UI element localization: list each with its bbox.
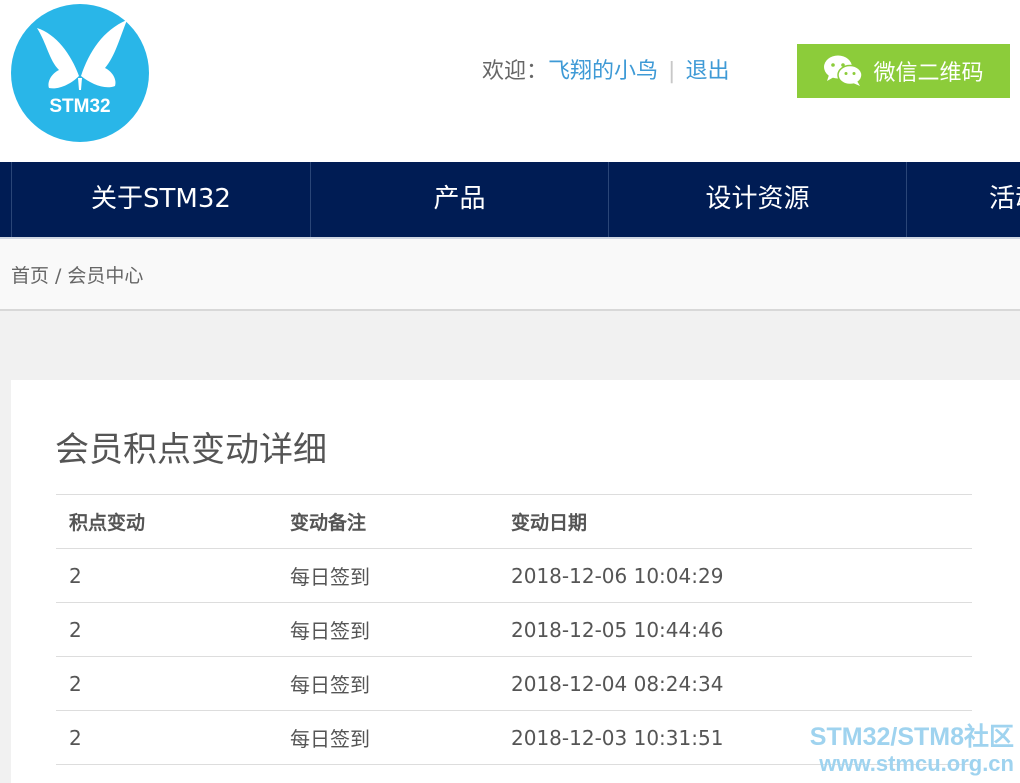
nav-item-about[interactable]: 关于STM32 xyxy=(12,162,310,237)
table-row: 2 每日签到 2018-12-05 10:44:46 xyxy=(56,602,972,657)
nav-divider xyxy=(906,162,907,237)
cell-note: 每日签到 xyxy=(277,602,498,657)
username-link[interactable]: 飞翔的小鸟 xyxy=(548,59,658,84)
cell-note: 每日签到 xyxy=(277,548,498,603)
cell-points: 2 xyxy=(56,602,277,657)
welcome-label: 欢迎： xyxy=(482,59,549,84)
table-header-note: 变动备注 xyxy=(277,494,498,549)
page-title: 会员积点变动详细 xyxy=(55,430,327,470)
table-header-points: 积点变动 xyxy=(56,494,277,549)
nav-item-activities[interactable]: 活动 xyxy=(989,162,1020,237)
butterfly-icon xyxy=(37,20,127,90)
nav-item-products[interactable]: 产品 xyxy=(311,162,608,237)
cell-points: 2 xyxy=(56,548,277,603)
cell-date: 2018-12-06 10:04:29 xyxy=(498,548,972,603)
cell-points: 2 xyxy=(56,710,277,765)
welcome-bar: 欢迎：飞翔的小鸟 | 退出 xyxy=(482,56,729,88)
table-header-row: 积点变动 变动备注 变动日期 xyxy=(56,494,972,549)
table-row: 2 每日签到 2018-12-04 08:24:34 xyxy=(56,656,972,711)
cell-points: 2 xyxy=(56,656,277,711)
breadcrumb: 首页 / 会员中心 xyxy=(0,239,1020,311)
logout-link[interactable]: 退出 xyxy=(685,59,729,84)
site-header: STM32 欢迎：飞翔的小鸟 | 退出 微信二维码 xyxy=(0,0,1020,162)
content-card: 会员积点变动详细 积点变动 变动备注 变动日期 2 每日签到 2018-12-0… xyxy=(11,380,1020,783)
stm32-logo[interactable]: STM32 xyxy=(11,4,149,142)
wechat-icon xyxy=(824,55,864,86)
cell-note: 每日签到 xyxy=(277,710,498,765)
table-header-date: 变动日期 xyxy=(498,494,972,549)
breadcrumb-current: 会员中心 xyxy=(67,265,144,287)
main-nav: 关于STM32 产品 设计资源 活动 xyxy=(0,162,1020,237)
points-table: 积点变动 变动备注 变动日期 2 每日签到 2018-12-06 10:04:2… xyxy=(56,494,972,765)
breadcrumb-home[interactable]: 首页 xyxy=(11,265,49,287)
breadcrumb-separator: / xyxy=(55,265,62,287)
cell-date: 2018-12-04 08:24:34 xyxy=(498,656,972,711)
nav-item-design-resources[interactable]: 设计资源 xyxy=(609,162,906,237)
table-row: 2 每日签到 2018-12-03 10:31:51 xyxy=(56,710,972,765)
table-row: 2 每日签到 2018-12-06 10:04:29 xyxy=(56,548,972,603)
cell-note: 每日签到 xyxy=(277,656,498,711)
wechat-qrcode-button[interactable]: 微信二维码 xyxy=(797,44,1010,98)
wechat-button-label: 微信二维码 xyxy=(873,61,984,86)
logo-text: STM32 xyxy=(49,96,111,117)
cell-date: 2018-12-05 10:44:46 xyxy=(498,602,972,657)
cell-date: 2018-12-03 10:31:51 xyxy=(498,710,972,765)
welcome-separator: | xyxy=(668,59,676,84)
